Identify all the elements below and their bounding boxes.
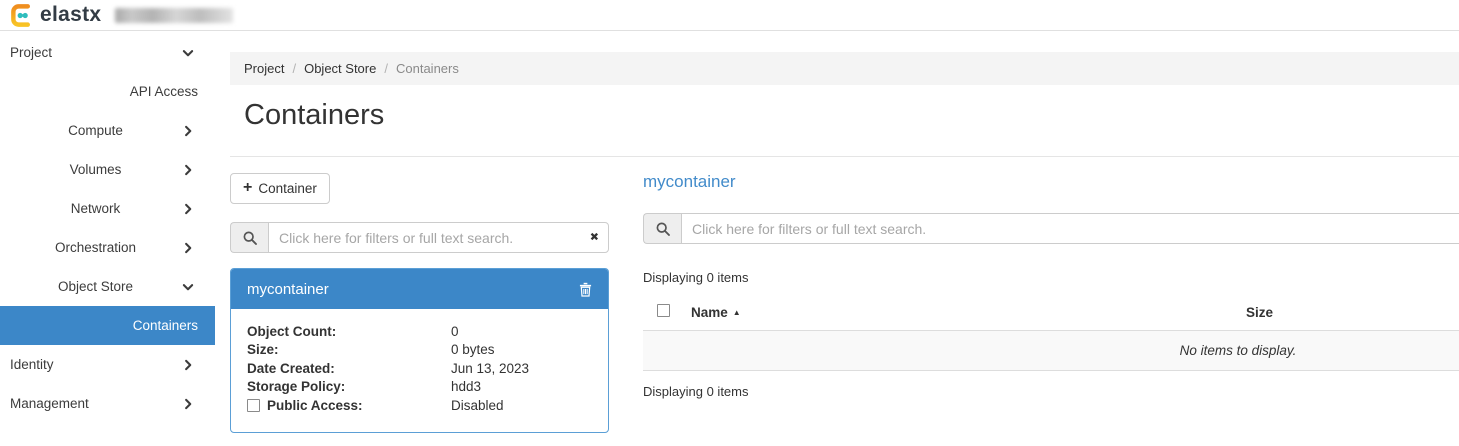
search-icon[interactable] <box>230 222 268 253</box>
container-card-header[interactable]: mycontainer <box>231 269 608 309</box>
sidebar-item-label: Project <box>10 45 52 60</box>
sidebar-item-compute[interactable]: Compute <box>0 111 215 150</box>
sidebar-item-project[interactable]: Project <box>0 33 215 72</box>
objects-panel: mycontainer Displaying 0 items Name ▲ <box>643 172 1459 399</box>
create-container-button[interactable]: + Container <box>230 173 330 204</box>
sidebar-item-orchestration[interactable]: Orchestration <box>0 228 215 267</box>
containers-panel: + Container ✖ mycontainer <box>230 173 609 433</box>
clear-search-icon[interactable]: ✖ <box>590 232 599 243</box>
chevron-down-icon <box>182 47 194 59</box>
sidebar-item-volumes[interactable]: Volumes <box>0 150 215 189</box>
chevron-right-icon <box>182 359 194 371</box>
containers-search-input[interactable] <box>268 222 609 253</box>
field-value: Jun 13, 2023 <box>451 361 529 376</box>
chevron-right-icon <box>182 203 194 215</box>
sidebar-nav: Project API Access Compute Volumes Netwo… <box>0 31 215 423</box>
objects-table: Name ▲ Size No items to display. <box>643 294 1459 371</box>
chevron-right-icon <box>182 242 194 254</box>
column-label: Size <box>1246 305 1273 320</box>
empty-message: No items to display. <box>643 331 1459 371</box>
field-value: 0 bytes <box>451 342 495 357</box>
sidebar-item-label: Compute <box>68 123 123 138</box>
containers-search-group: ✖ <box>230 222 609 253</box>
chevron-right-icon <box>182 398 194 410</box>
sidebar-item-management[interactable]: Management <box>0 384 215 423</box>
elastx-logo-icon <box>10 3 35 28</box>
field-label: Object Count: <box>247 324 451 339</box>
sidebar-item-label: Object Store <box>58 279 133 294</box>
breadcrumb-separator: / <box>292 61 296 76</box>
sidebar-item-label: Identity <box>10 357 54 372</box>
field-label-text: Public Access: <box>267 398 363 413</box>
objects-search-group <box>643 213 1459 244</box>
plus-icon: + <box>243 180 252 197</box>
chevron-down-icon <box>182 281 194 293</box>
breadcrumb: Project / Object Store / Containers <box>230 52 1459 85</box>
page-title: Containers <box>244 99 384 132</box>
field-label: Public Access: <box>247 398 451 413</box>
title-divider <box>230 156 1459 157</box>
field-label: Date Created: <box>247 361 451 376</box>
container-card: mycontainer Object Count: 0 <box>230 268 609 433</box>
field-value: 0 <box>451 324 459 339</box>
sidebar-item-identity[interactable]: Identity <box>0 345 215 384</box>
sidebar-item-label: Network <box>71 201 121 216</box>
field-date-created: Date Created: Jun 13, 2023 <box>247 359 592 378</box>
top-header: elastx <box>0 0 1459 31</box>
chevron-right-icon <box>182 125 194 137</box>
breadcrumb-object-store[interactable]: Object Store <box>304 61 376 76</box>
field-value: Disabled <box>451 398 504 413</box>
select-all-checkbox[interactable] <box>657 304 670 317</box>
column-header-name[interactable]: Name ▲ <box>683 294 1238 331</box>
empty-table-row: No items to display. <box>643 331 1459 371</box>
items-count-bottom: Displaying 0 items <box>643 384 1459 399</box>
public-access-checkbox[interactable] <box>247 399 260 412</box>
blurred-project-name <box>115 8 233 23</box>
brand-link[interactable]: elastx <box>10 3 101 28</box>
sidebar-item-network[interactable]: Network <box>0 189 215 228</box>
column-header-size[interactable]: Size <box>1238 294 1459 331</box>
sidebar-item-containers[interactable]: Containers <box>0 306 215 345</box>
field-public-access: Public Access: Disabled <box>247 396 592 415</box>
create-container-label: Container <box>258 181 317 196</box>
brand-name: elastx <box>40 4 101 27</box>
sidebar-item-label: API Access <box>130 84 198 99</box>
breadcrumb-project[interactable]: Project <box>244 61 284 76</box>
select-all-cell <box>643 294 683 331</box>
sort-ascending-icon: ▲ <box>733 308 741 317</box>
column-label: Name <box>691 305 728 320</box>
objects-search-input[interactable] <box>681 213 1459 244</box>
sidebar-item-label: Volumes <box>70 162 122 177</box>
field-value: hdd3 <box>451 379 481 394</box>
field-label: Size: <box>247 342 451 357</box>
field-size: Size: 0 bytes <box>247 341 592 360</box>
app-window: elastx Project API Access Compute Volume… <box>0 0 1459 446</box>
sidebar-item-label: Orchestration <box>55 240 136 255</box>
field-label: Storage Policy: <box>247 379 451 394</box>
sidebar-item-object-store[interactable]: Object Store <box>0 267 215 306</box>
delete-container-icon[interactable] <box>579 282 592 297</box>
sidebar-item-label: Management <box>10 396 89 411</box>
container-card-body: Object Count: 0 Size: 0 bytes Date Creat… <box>231 309 608 432</box>
chevron-right-icon <box>182 164 194 176</box>
container-name: mycontainer <box>247 281 329 298</box>
field-storage-policy: Storage Policy: hdd3 <box>247 378 592 397</box>
selected-container-link[interactable]: mycontainer <box>643 172 736 192</box>
breadcrumb-containers: Containers <box>396 61 459 76</box>
table-header-row: Name ▲ Size <box>643 294 1459 331</box>
breadcrumb-separator: / <box>384 61 388 76</box>
field-object-count: Object Count: 0 <box>247 322 592 341</box>
items-count-top: Displaying 0 items <box>643 270 1459 285</box>
sidebar-item-api-access[interactable]: API Access <box>0 72 215 111</box>
search-icon[interactable] <box>643 213 681 244</box>
sidebar-item-label: Containers <box>133 318 198 333</box>
